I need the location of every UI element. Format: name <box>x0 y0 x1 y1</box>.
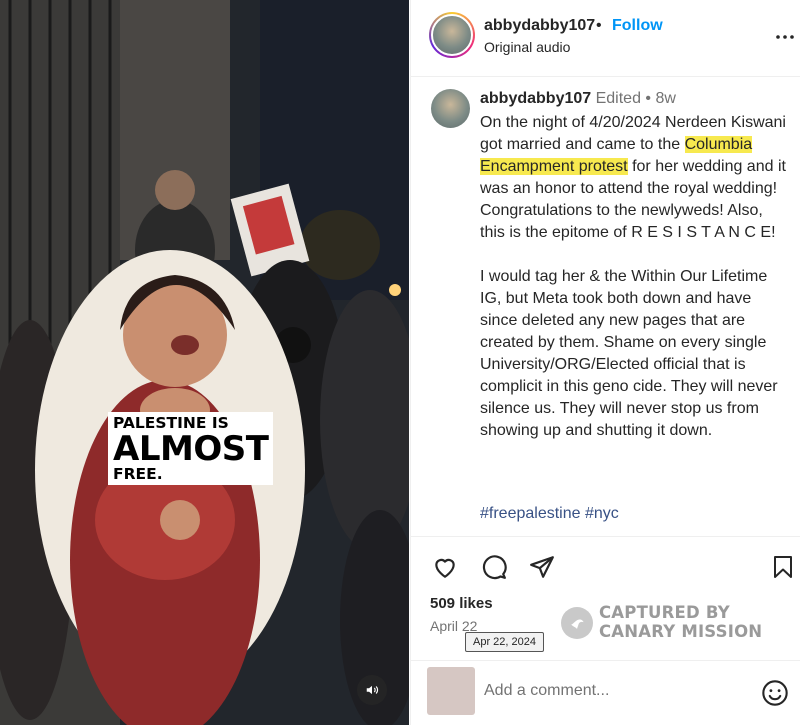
emoji-button[interactable] <box>761 679 789 707</box>
header-separator: • <box>596 17 602 34</box>
current-user-avatar <box>427 667 475 715</box>
bookmark-icon <box>774 556 792 578</box>
comment-bar <box>411 660 800 725</box>
overlay-line-2: ALMOST <box>108 431 274 466</box>
hashtag-link[interactable]: #freepalestine <box>480 505 581 522</box>
date-tooltip: Apr 22, 2024 <box>465 632 544 652</box>
emoji-icon <box>762 680 788 706</box>
author-username[interactable]: abbydabby107 <box>484 17 595 35</box>
video-frame <box>0 0 409 725</box>
caption-paragraph-2: I would tag her & the Within Our Lifetim… <box>480 268 778 439</box>
mute-button[interactable] <box>357 675 387 705</box>
heart-icon <box>435 558 455 578</box>
caption-header: abbydabby107 Edited • 8w <box>480 90 676 108</box>
likes-count[interactable]: 509 likes <box>430 595 493 612</box>
action-bar <box>411 536 800 596</box>
share-button[interactable] <box>528 553 556 581</box>
canary-logo-icon <box>561 607 593 639</box>
like-button[interactable] <box>431 553 459 581</box>
comment-button[interactable] <box>480 553 508 581</box>
comment-icon <box>482 555 507 580</box>
post-panel: abbydabby107 • Follow Original audio abb… <box>410 0 800 725</box>
watermark-line-1: CAPTURED BY <box>599 603 730 622</box>
caption-paragraph-1: On the night of 4/20/2024 Nerdeen Kiswan… <box>480 112 792 244</box>
comment-input[interactable] <box>484 679 744 703</box>
more-options-button[interactable] <box>775 27 795 47</box>
follow-button[interactable]: Follow <box>612 17 663 35</box>
watermark-text: CAPTURED BY CANARY MISSION <box>599 603 762 641</box>
video-player[interactable]: PALESTINE IS ALMOST FREE. <box>0 0 409 725</box>
canary-mission-watermark: CAPTURED BY CANARY MISSION <box>561 603 800 645</box>
audio-link[interactable]: Original audio <box>484 39 570 55</box>
caption-text: On the night of 4/20/2024 Nerdeen Kiswan… <box>480 112 792 442</box>
save-button[interactable] <box>769 553 797 581</box>
caption-meta: Edited • 8w <box>595 90 676 107</box>
hashtags: #freepalestine #nyc <box>480 505 619 523</box>
share-icon <box>530 556 554 578</box>
overlay-line-3: FREE. <box>108 465 168 486</box>
caption-username[interactable]: abbydabby107 <box>480 90 591 107</box>
hashtag-link[interactable]: #nyc <box>585 505 619 522</box>
video-text-overlay: PALESTINE IS ALMOST FREE. <box>108 412 274 486</box>
speaker-icon <box>366 685 379 695</box>
watermark-line-2: CANARY MISSION <box>599 622 763 641</box>
post-header: abbydabby107 • Follow Original audio <box>411 0 800 77</box>
caption-avatar[interactable] <box>431 89 470 128</box>
caption-section: abbydabby107 Edited • 8w On the night of… <box>411 78 800 538</box>
more-options-icon <box>776 35 794 39</box>
author-avatar[interactable] <box>429 12 475 58</box>
